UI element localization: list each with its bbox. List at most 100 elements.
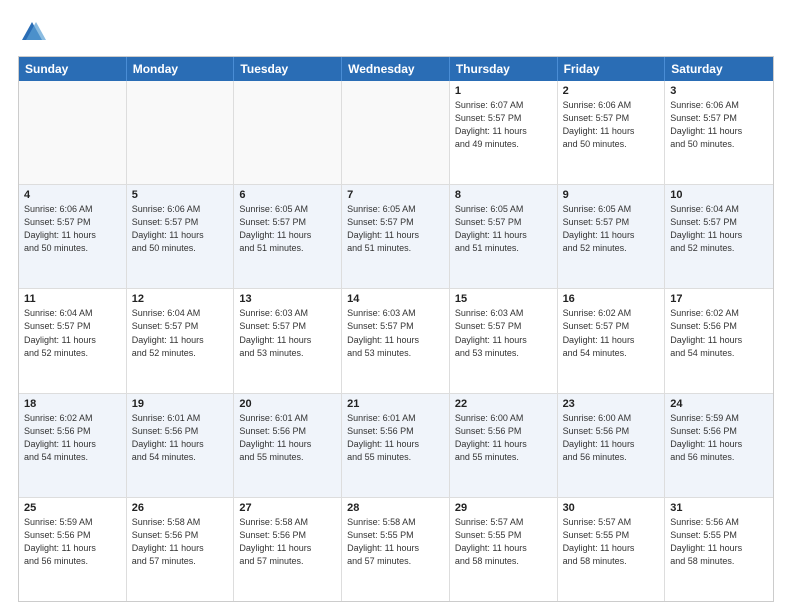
calendar-cell: 30 Sunrise: 5:57 AM Sunset: 5:55 PM Dayli… (558, 498, 666, 601)
calendar-cell: 29 Sunrise: 5:57 AM Sunset: 5:55 PM Dayli… (450, 498, 558, 601)
logo-icon (18, 18, 46, 46)
day-info: Sunrise: 6:05 AM Sunset: 5:57 PM Dayligh… (347, 203, 444, 255)
calendar-header: SundayMondayTuesdayWednesdayThursdayFrid… (19, 57, 773, 81)
day-info: Sunrise: 5:57 AM Sunset: 5:55 PM Dayligh… (455, 516, 552, 568)
day-info: Sunrise: 6:03 AM Sunset: 5:57 PM Dayligh… (347, 307, 444, 359)
day-info: Sunrise: 5:58 AM Sunset: 5:56 PM Dayligh… (239, 516, 336, 568)
day-info: Sunrise: 6:02 AM Sunset: 5:57 PM Dayligh… (563, 307, 660, 359)
calendar-cell: 25 Sunrise: 5:59 AM Sunset: 5:56 PM Dayli… (19, 498, 127, 601)
calendar-cell: 3 Sunrise: 6:06 AM Sunset: 5:57 PM Daylig… (665, 81, 773, 184)
calendar-cell: 5 Sunrise: 6:06 AM Sunset: 5:57 PM Daylig… (127, 185, 235, 288)
calendar-cell (342, 81, 450, 184)
day-number: 18 (24, 398, 121, 410)
calendar-cell: 7 Sunrise: 6:05 AM Sunset: 5:57 PM Daylig… (342, 185, 450, 288)
weekday-header-wednesday: Wednesday (342, 57, 450, 81)
calendar-cell: 14 Sunrise: 6:03 AM Sunset: 5:57 PM Dayli… (342, 289, 450, 392)
day-number: 29 (455, 502, 552, 514)
calendar-cell: 11Sunrise: 6:04 AM Sunset: 5:57 PM Dayli… (19, 289, 127, 392)
day-info: Sunrise: 5:56 AM Sunset: 5:55 PM Dayligh… (670, 516, 768, 568)
weekday-header-friday: Friday (558, 57, 666, 81)
calendar-row-1: 1 Sunrise: 6:07 AM Sunset: 5:57 PM Daylig… (19, 81, 773, 184)
calendar-row-2: 4 Sunrise: 6:06 AM Sunset: 5:57 PM Daylig… (19, 184, 773, 288)
day-info: Sunrise: 6:01 AM Sunset: 5:56 PM Dayligh… (132, 412, 229, 464)
calendar-cell (19, 81, 127, 184)
day-info: Sunrise: 6:06 AM Sunset: 5:57 PM Dayligh… (132, 203, 229, 255)
weekday-header-monday: Monday (127, 57, 235, 81)
day-number: 25 (24, 502, 121, 514)
calendar-row-3: 11Sunrise: 6:04 AM Sunset: 5:57 PM Dayli… (19, 288, 773, 392)
weekday-header-saturday: Saturday (665, 57, 773, 81)
logo (18, 18, 50, 46)
day-info: Sunrise: 6:04 AM Sunset: 5:57 PM Dayligh… (670, 203, 768, 255)
day-number: 13 (239, 293, 336, 305)
calendar-cell (234, 81, 342, 184)
day-number: 20 (239, 398, 336, 410)
day-info: Sunrise: 6:06 AM Sunset: 5:57 PM Dayligh… (24, 203, 121, 255)
day-number: 19 (132, 398, 229, 410)
day-number: 23 (563, 398, 660, 410)
day-info: Sunrise: 6:05 AM Sunset: 5:57 PM Dayligh… (563, 203, 660, 255)
calendar-cell: 2 Sunrise: 6:06 AM Sunset: 5:57 PM Daylig… (558, 81, 666, 184)
day-info: Sunrise: 6:03 AM Sunset: 5:57 PM Dayligh… (239, 307, 336, 359)
day-number: 8 (455, 189, 552, 201)
calendar-cell: 6 Sunrise: 6:05 AM Sunset: 5:57 PM Daylig… (234, 185, 342, 288)
day-info: Sunrise: 6:06 AM Sunset: 5:57 PM Dayligh… (670, 99, 768, 151)
day-number: 7 (347, 189, 444, 201)
day-info: Sunrise: 6:01 AM Sunset: 5:56 PM Dayligh… (239, 412, 336, 464)
day-info: Sunrise: 6:02 AM Sunset: 5:56 PM Dayligh… (24, 412, 121, 464)
day-info: Sunrise: 6:06 AM Sunset: 5:57 PM Dayligh… (563, 99, 660, 151)
calendar-cell: 16 Sunrise: 6:02 AM Sunset: 5:57 PM Dayli… (558, 289, 666, 392)
calendar-cell: 23 Sunrise: 6:00 AM Sunset: 5:56 PM Dayli… (558, 394, 666, 497)
day-number: 4 (24, 189, 121, 201)
calendar-row-4: 18 Sunrise: 6:02 AM Sunset: 5:56 PM Dayli… (19, 393, 773, 497)
calendar-cell: 20 Sunrise: 6:01 AM Sunset: 5:56 PM Dayli… (234, 394, 342, 497)
calendar-cell: 1 Sunrise: 6:07 AM Sunset: 5:57 PM Daylig… (450, 81, 558, 184)
calendar-cell: 15Sunrise: 6:03 AM Sunset: 5:57 PM Dayli… (450, 289, 558, 392)
calendar-cell: 12Sunrise: 6:04 AM Sunset: 5:57 PM Dayli… (127, 289, 235, 392)
calendar-cell: 21Sunrise: 6:01 AM Sunset: 5:56 PM Dayli… (342, 394, 450, 497)
day-info: Sunrise: 6:04 AM Sunset: 5:57 PM Dayligh… (24, 307, 121, 359)
calendar-cell: 26 Sunrise: 5:58 AM Sunset: 5:56 PM Dayli… (127, 498, 235, 601)
day-number: 5 (132, 189, 229, 201)
day-number: 9 (563, 189, 660, 201)
day-number: 16 (563, 293, 660, 305)
calendar-cell (127, 81, 235, 184)
day-number: 1 (455, 85, 552, 97)
day-info: Sunrise: 6:07 AM Sunset: 5:57 PM Dayligh… (455, 99, 552, 151)
day-info: Sunrise: 5:59 AM Sunset: 5:56 PM Dayligh… (24, 516, 121, 568)
day-info: Sunrise: 5:58 AM Sunset: 5:56 PM Dayligh… (132, 516, 229, 568)
day-info: Sunrise: 6:00 AM Sunset: 5:56 PM Dayligh… (455, 412, 552, 464)
day-info: Sunrise: 6:04 AM Sunset: 5:57 PM Dayligh… (132, 307, 229, 359)
day-info: Sunrise: 5:59 AM Sunset: 5:56 PM Dayligh… (670, 412, 768, 464)
day-info: Sunrise: 6:02 AM Sunset: 5:56 PM Dayligh… (670, 307, 768, 359)
day-number: 14 (347, 293, 444, 305)
calendar-cell: 28Sunrise: 5:58 AM Sunset: 5:55 PM Dayli… (342, 498, 450, 601)
day-info: Sunrise: 5:58 AM Sunset: 5:55 PM Dayligh… (347, 516, 444, 568)
day-info: Sunrise: 6:03 AM Sunset: 5:57 PM Dayligh… (455, 307, 552, 359)
day-number: 30 (563, 502, 660, 514)
calendar-cell: 10 Sunrise: 6:04 AM Sunset: 5:57 PM Dayli… (665, 185, 773, 288)
calendar-cell: 18 Sunrise: 6:02 AM Sunset: 5:56 PM Dayli… (19, 394, 127, 497)
day-info: Sunrise: 6:01 AM Sunset: 5:56 PM Dayligh… (347, 412, 444, 464)
day-info: Sunrise: 6:00 AM Sunset: 5:56 PM Dayligh… (563, 412, 660, 464)
day-number: 10 (670, 189, 768, 201)
day-number: 27 (239, 502, 336, 514)
day-number: 17 (670, 293, 768, 305)
calendar-row-5: 25 Sunrise: 5:59 AM Sunset: 5:56 PM Dayli… (19, 497, 773, 601)
calendar-cell: 31Sunrise: 5:56 AM Sunset: 5:55 PM Dayli… (665, 498, 773, 601)
day-number: 2 (563, 85, 660, 97)
day-info: Sunrise: 5:57 AM Sunset: 5:55 PM Dayligh… (563, 516, 660, 568)
weekday-header-thursday: Thursday (450, 57, 558, 81)
day-number: 24 (670, 398, 768, 410)
page: SundayMondayTuesdayWednesdayThursdayFrid… (0, 0, 792, 612)
calendar-cell: 9 Sunrise: 6:05 AM Sunset: 5:57 PM Daylig… (558, 185, 666, 288)
calendar-cell: 17 Sunrise: 6:02 AM Sunset: 5:56 PM Dayli… (665, 289, 773, 392)
day-number: 26 (132, 502, 229, 514)
weekday-header-tuesday: Tuesday (234, 57, 342, 81)
day-number: 6 (239, 189, 336, 201)
calendar-body: 1 Sunrise: 6:07 AM Sunset: 5:57 PM Daylig… (19, 81, 773, 601)
day-number: 22 (455, 398, 552, 410)
day-number: 3 (670, 85, 768, 97)
calendar-cell: 24 Sunrise: 5:59 AM Sunset: 5:56 PM Dayli… (665, 394, 773, 497)
day-info: Sunrise: 6:05 AM Sunset: 5:57 PM Dayligh… (239, 203, 336, 255)
